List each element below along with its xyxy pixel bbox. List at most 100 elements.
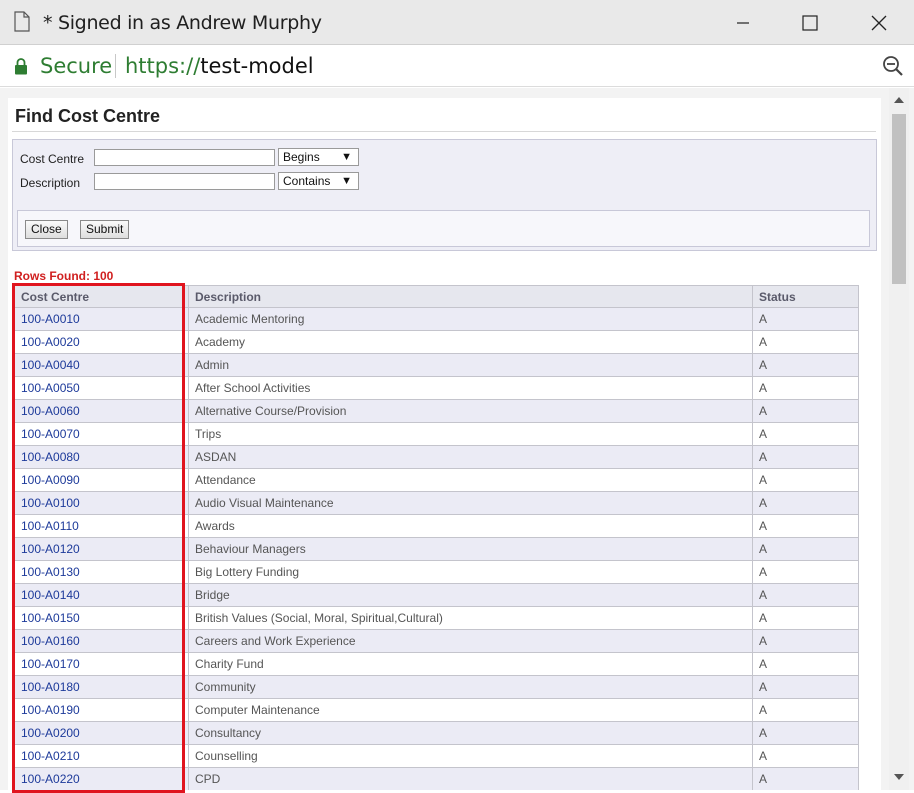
table-row: 100-A0070 Trips A (14, 422, 859, 446)
status-cell: A (752, 399, 859, 423)
maximize-button[interactable] (787, 0, 833, 45)
status-cell: A (752, 307, 859, 331)
minimize-icon (737, 21, 749, 24)
address-bar[interactable]: Secure https://test-model (0, 45, 914, 87)
cost-centre-cell: 100-A0130 (14, 560, 189, 584)
table-row: 100-A0130 Big Lottery Funding A (14, 560, 859, 584)
scroll-up-arrow-icon[interactable] (894, 97, 904, 103)
status-cell: A (752, 652, 859, 676)
table-row: 100-A0220 CPD A (14, 767, 859, 790)
description-cell: Trips (188, 422, 753, 446)
table-row: 100-A0010 Academic Mentoring A (14, 307, 859, 331)
cost-centre-link[interactable]: 100-A0110 (21, 519, 79, 533)
cost-centre-link[interactable]: 100-A0180 (21, 680, 80, 694)
lock-icon (15, 58, 27, 75)
table-row: 100-A0150 British Values (Social, Moral, … (14, 606, 859, 630)
cost-centre-link[interactable]: 100-A0100 (21, 496, 80, 510)
status-cell: A (752, 445, 859, 469)
document-icon (14, 11, 30, 32)
url-host: test-model (200, 54, 314, 78)
cost-centre-link[interactable]: 100-A0050 (21, 381, 80, 395)
description-cell: Academy (188, 330, 753, 354)
table-row: 100-A0170 Charity Fund A (14, 652, 859, 676)
status-cell: A (752, 330, 859, 354)
status-cell: A (752, 606, 859, 630)
page-content: Find Cost Centre Cost Centre Begins ▼ De… (8, 98, 881, 790)
cost-centre-link[interactable]: 100-A0170 (21, 657, 80, 671)
zoom-icon[interactable] (882, 55, 904, 77)
cost-centre-link[interactable]: 100-A0130 (21, 565, 80, 579)
cost-centre-link[interactable]: 100-A0010 (21, 312, 80, 326)
table-row: 100-A0140 Bridge A (14, 583, 859, 607)
status-cell: A (752, 560, 859, 584)
cost-centre-link[interactable]: 100-A0150 (21, 611, 80, 625)
description-label: Description (20, 176, 81, 190)
table-row: 100-A0180 Community A (14, 675, 859, 699)
description-match-select[interactable]: Contains ▼ (278, 172, 359, 190)
cost-centre-link[interactable]: 100-A0040 (21, 358, 80, 372)
cost-centre-link[interactable]: 100-A0060 (21, 404, 80, 418)
description-cell: Behaviour Managers (188, 537, 753, 561)
results-body: 100-A0010 Academic Mentoring A 100-A0020 Aca… (14, 307, 859, 790)
close-window-button[interactable] (856, 0, 902, 45)
description-cell: After School Activities (188, 376, 753, 400)
cost-centre-cell: 100-A0200 (14, 721, 189, 745)
column-header-status[interactable]: Status (752, 285, 859, 308)
description-cell: Consultancy (188, 721, 753, 745)
close-button[interactable]: Close (25, 220, 68, 239)
status-cell: A (752, 422, 859, 446)
description-cell: British Values (Social, Moral, Spiritual… (188, 606, 753, 630)
cost-centre-cell: 100-A0170 (14, 652, 189, 676)
description-cell: Big Lottery Funding (188, 560, 753, 584)
cost-centre-cell: 100-A0180 (14, 675, 189, 699)
status-cell: A (752, 514, 859, 538)
status-cell: A (752, 353, 859, 377)
status-cell: A (752, 491, 859, 515)
minimize-button[interactable] (720, 0, 766, 45)
table-row: 100-A0090 Attendance A (14, 468, 859, 492)
cost-centre-link[interactable]: 100-A0080 (21, 450, 80, 464)
submit-button[interactable]: Submit (80, 220, 130, 239)
cost-centre-cell: 100-A0080 (14, 445, 189, 469)
cost-centre-cell: 100-A0100 (14, 491, 189, 515)
description-input[interactable] (94, 173, 275, 190)
vertical-scrollbar[interactable] (889, 88, 909, 790)
cost-centre-link[interactable]: 100-A0120 (21, 542, 80, 556)
cost-centre-cell: 100-A0070 (14, 422, 189, 446)
cost-centre-link[interactable]: 100-A0090 (21, 473, 80, 487)
cost-centre-cell: 100-A0190 (14, 698, 189, 722)
description-cell: ASDAN (188, 445, 753, 469)
cost-centre-link[interactable]: 100-A0190 (21, 703, 80, 717)
rows-found-count: Rows Found: 100 (14, 269, 114, 283)
window-title: * Signed in as Andrew Murphy (43, 12, 322, 34)
description-cell: Bridge (188, 583, 753, 607)
description-cell: Computer Maintenance (188, 698, 753, 722)
cost-centre-link[interactable]: 100-A0020 (21, 335, 80, 349)
column-header-cost-centre[interactable]: Cost Centre (14, 285, 189, 308)
cost-centre-link[interactable]: 100-A0220 (21, 772, 80, 786)
status-cell: A (752, 629, 859, 653)
window-title-bar: * Signed in as Andrew Murphy (0, 0, 914, 45)
url-text[interactable]: https://test-model (125, 54, 314, 78)
scroll-down-arrow-icon[interactable] (894, 774, 904, 780)
table-header-row: Cost Centre Description Status (14, 285, 859, 308)
description-cell: Counselling (188, 744, 753, 768)
cost-centre-link[interactable]: 100-A0070 (21, 427, 80, 441)
cost-centre-link[interactable]: 100-A0210 (21, 749, 80, 763)
cost-centre-link[interactable]: 100-A0140 (21, 588, 80, 602)
cost-centre-link[interactable]: 100-A0160 (21, 634, 80, 648)
status-cell: A (752, 468, 859, 492)
dropdown-arrow-icon: ▼ (341, 151, 352, 163)
cost-centre-cell: 100-A0220 (14, 767, 189, 790)
cost-centre-cell: 100-A0140 (14, 583, 189, 607)
scrollbar-thumb[interactable] (892, 114, 906, 284)
cost-centre-match-select[interactable]: Begins ▼ (278, 148, 359, 166)
cost-centre-cell: 100-A0160 (14, 629, 189, 653)
dropdown-arrow-icon: ▼ (341, 175, 352, 187)
cost-centre-link[interactable]: 100-A0200 (21, 726, 80, 740)
cost-centre-input[interactable] (94, 149, 275, 166)
description-cell: Academic Mentoring (188, 307, 753, 331)
column-header-description[interactable]: Description (188, 285, 753, 308)
status-cell: A (752, 721, 859, 745)
button-bar: Close Submit (17, 210, 870, 247)
